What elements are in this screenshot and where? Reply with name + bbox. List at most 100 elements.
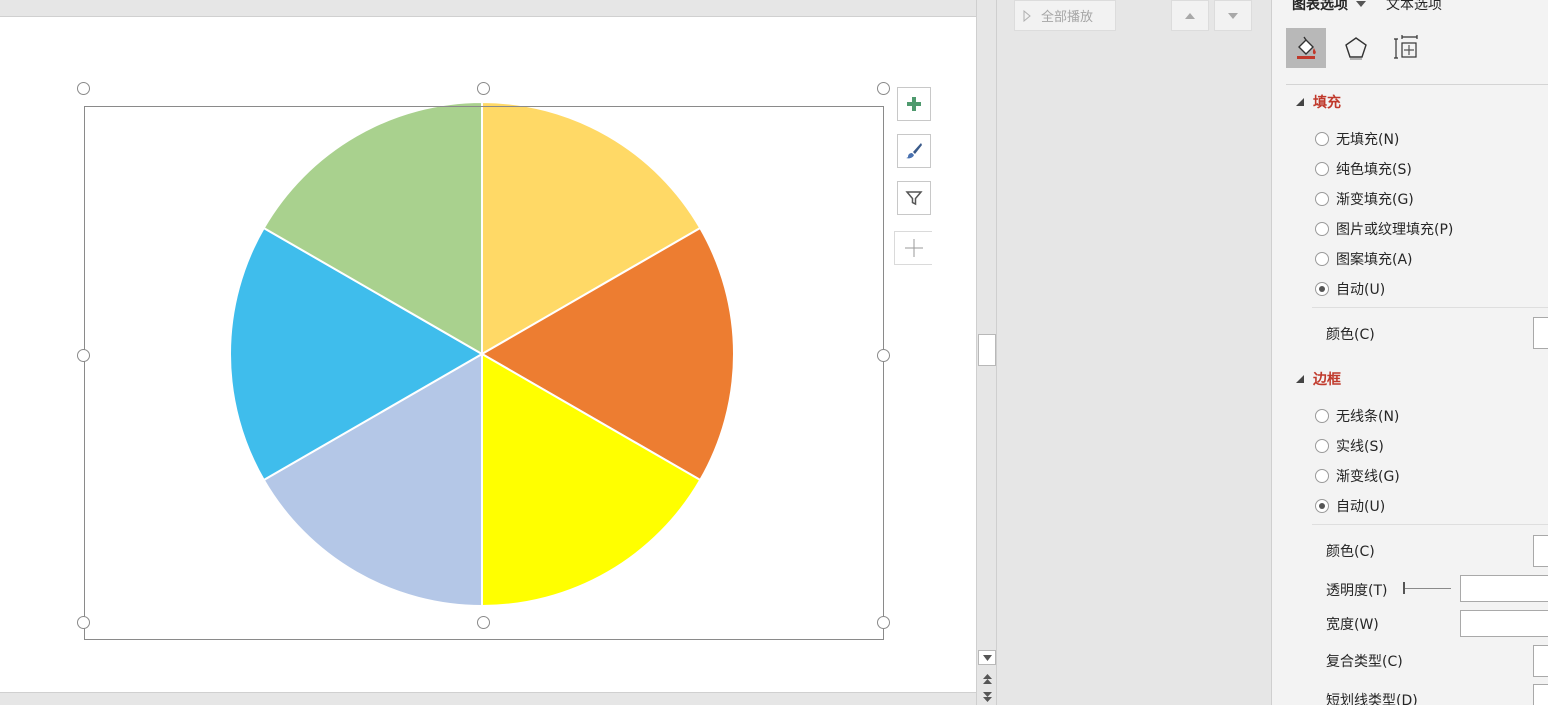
fill-option-2[interactable]: 渐变填充(G) <box>1315 189 1414 209</box>
resize-handle-bottom[interactable] <box>477 616 490 629</box>
tab-text-options[interactable]: 文本选项 <box>1386 0 1442 14</box>
chart-selection-frame[interactable] <box>84 106 884 640</box>
border-color-label: 颜色(C) <box>1326 544 1375 560</box>
pane-divider <box>1286 84 1548 85</box>
size-properties-tab[interactable] <box>1386 28 1426 68</box>
slide-editing-area <box>0 0 976 705</box>
fill-line-tab[interactable] <box>1286 28 1326 68</box>
radio-label: 渐变线(G) <box>1336 469 1400 485</box>
resize-handle-right[interactable] <box>877 349 890 362</box>
fill-separator <box>1312 307 1548 308</box>
chevron-down-icon[interactable] <box>1356 1 1366 7</box>
play-all-label: 全部播放 <box>1041 10 1094 25</box>
play-triangle-icon <box>1023 9 1031 22</box>
width-input[interactable] <box>1460 610 1548 637</box>
triangle-down-icon <box>1228 12 1238 19</box>
radio-button[interactable] <box>1315 162 1329 176</box>
triangle-down-icon <box>982 654 992 661</box>
resize-handle-top[interactable] <box>477 82 490 95</box>
chart-elements-button[interactable] <box>897 87 931 121</box>
animation-pane: 全部播放 <box>997 0 1272 705</box>
effects-tab[interactable] <box>1336 28 1376 68</box>
radio-button[interactable] <box>1315 499 1329 513</box>
resize-handle-left[interactable] <box>77 349 90 362</box>
radio-label: 实线(S) <box>1336 439 1384 455</box>
fill-option-4[interactable]: 图案填充(A) <box>1315 249 1413 269</box>
radio-button[interactable] <box>1315 222 1329 236</box>
format-chart-area-pane: 图表选项 文本选项 填充 无填充(N) 纯色填充(S) 渐变填充(G) 图片或纹… <box>1272 0 1548 705</box>
radio-button[interactable] <box>1315 469 1329 483</box>
transparency-slider-track[interactable] <box>1405 588 1451 589</box>
resize-handle-bottom-right[interactable] <box>877 616 890 629</box>
plus-thin-icon <box>904 239 923 257</box>
slide-canvas[interactable] <box>0 17 976 692</box>
move-earlier-button[interactable] <box>1171 0 1209 31</box>
border-option-2[interactable]: 渐变线(G) <box>1315 466 1400 486</box>
border-option-1[interactable]: 实线(S) <box>1315 436 1384 456</box>
dash-type-dropdown[interactable] <box>1533 684 1548 705</box>
plus-green-icon <box>907 97 921 111</box>
format-pane-tabs: 图表选项 文本选项 <box>1292 0 1442 14</box>
slide-vertical-scrollbar[interactable] <box>976 0 997 705</box>
double-down-icon <box>982 691 992 702</box>
next-slide-button[interactable] <box>978 689 996 704</box>
previous-slide-button[interactable] <box>978 671 996 686</box>
effects-pentagon-icon <box>1345 37 1367 60</box>
transparency-slider-knob[interactable] <box>1403 582 1405 594</box>
slide-top-margin <box>0 0 976 17</box>
radio-label: 自动(U) <box>1336 499 1386 515</box>
border-option-3[interactable]: 自动(U) <box>1315 496 1385 516</box>
radio-button[interactable] <box>1315 439 1329 453</box>
radio-button[interactable] <box>1315 409 1329 423</box>
fill-option-1[interactable]: 纯色填充(S) <box>1315 159 1412 179</box>
fill-line-icon <box>1297 36 1316 59</box>
chart-styles-button[interactable] <box>897 134 931 168</box>
resize-handle-bottom-left[interactable] <box>77 616 90 629</box>
resize-handle-top-right[interactable] <box>877 82 890 95</box>
compound-type-dropdown[interactable] <box>1533 645 1548 677</box>
border-section-title: 边框 <box>1313 372 1341 388</box>
radio-label: 渐变填充(G) <box>1336 192 1414 208</box>
chart-filters-button[interactable] <box>897 181 931 215</box>
fill-option-0[interactable]: 无填充(N) <box>1315 129 1399 149</box>
collapse-triangle-icon <box>1296 98 1304 106</box>
radio-label: 图案填充(A) <box>1336 252 1413 268</box>
transparency-input[interactable] <box>1460 575 1548 602</box>
width-label: 宽度(W) <box>1326 617 1379 633</box>
fill-option-3[interactable]: 图片或纹理填充(P) <box>1315 219 1453 239</box>
fill-color-picker[interactable] <box>1533 317 1548 349</box>
fill-color-label: 颜色(C) <box>1326 327 1375 343</box>
radio-label: 无线条(N) <box>1336 409 1400 425</box>
radio-label: 无填充(N) <box>1336 132 1400 148</box>
double-up-icon <box>982 673 992 684</box>
paintbrush-icon <box>906 143 922 159</box>
tab-chart-options[interactable]: 图表选项 <box>1292 0 1348 14</box>
scroll-down-button[interactable] <box>978 650 996 665</box>
radio-button[interactable] <box>1315 252 1329 266</box>
radio-label: 图片或纹理填充(P) <box>1336 222 1454 238</box>
radio-button[interactable] <box>1315 132 1329 146</box>
border-option-0[interactable]: 无线条(N) <box>1315 406 1399 426</box>
transparency-label: 透明度(T) <box>1326 583 1388 599</box>
format-icon-tabs <box>1286 28 1426 68</box>
fill-section-title: 填充 <box>1313 95 1341 111</box>
dash-type-label: 短划线类型(D) <box>1326 693 1418 705</box>
radio-label: 纯色填充(S) <box>1336 162 1412 178</box>
size-properties-icon <box>1394 35 1418 59</box>
border-color-picker[interactable] <box>1533 535 1548 567</box>
filter-funnel-icon <box>905 191 923 206</box>
radio-button[interactable] <box>1315 282 1329 296</box>
scrollbar-thumb[interactable] <box>978 334 996 366</box>
border-separator <box>1312 524 1548 525</box>
add-element-button[interactable] <box>894 231 932 265</box>
radio-button[interactable] <box>1315 192 1329 206</box>
powerpoint-window: 全部播放 图表选项 文本选项 填充 无填充(N) 纯色填充(S) 渐变填充(G)… <box>0 0 1548 705</box>
play-all-button[interactable]: 全部播放 <box>1014 0 1116 31</box>
border-section-header[interactable]: 边框 <box>1296 369 1341 389</box>
fill-section-header[interactable]: 填充 <box>1296 92 1341 112</box>
move-later-button[interactable] <box>1214 0 1252 31</box>
resize-handle-top-left[interactable] <box>77 82 90 95</box>
fill-option-5[interactable]: 自动(U) <box>1315 279 1385 299</box>
triangle-up-icon <box>1185 12 1195 19</box>
slide-bottom-margin <box>0 692 976 705</box>
